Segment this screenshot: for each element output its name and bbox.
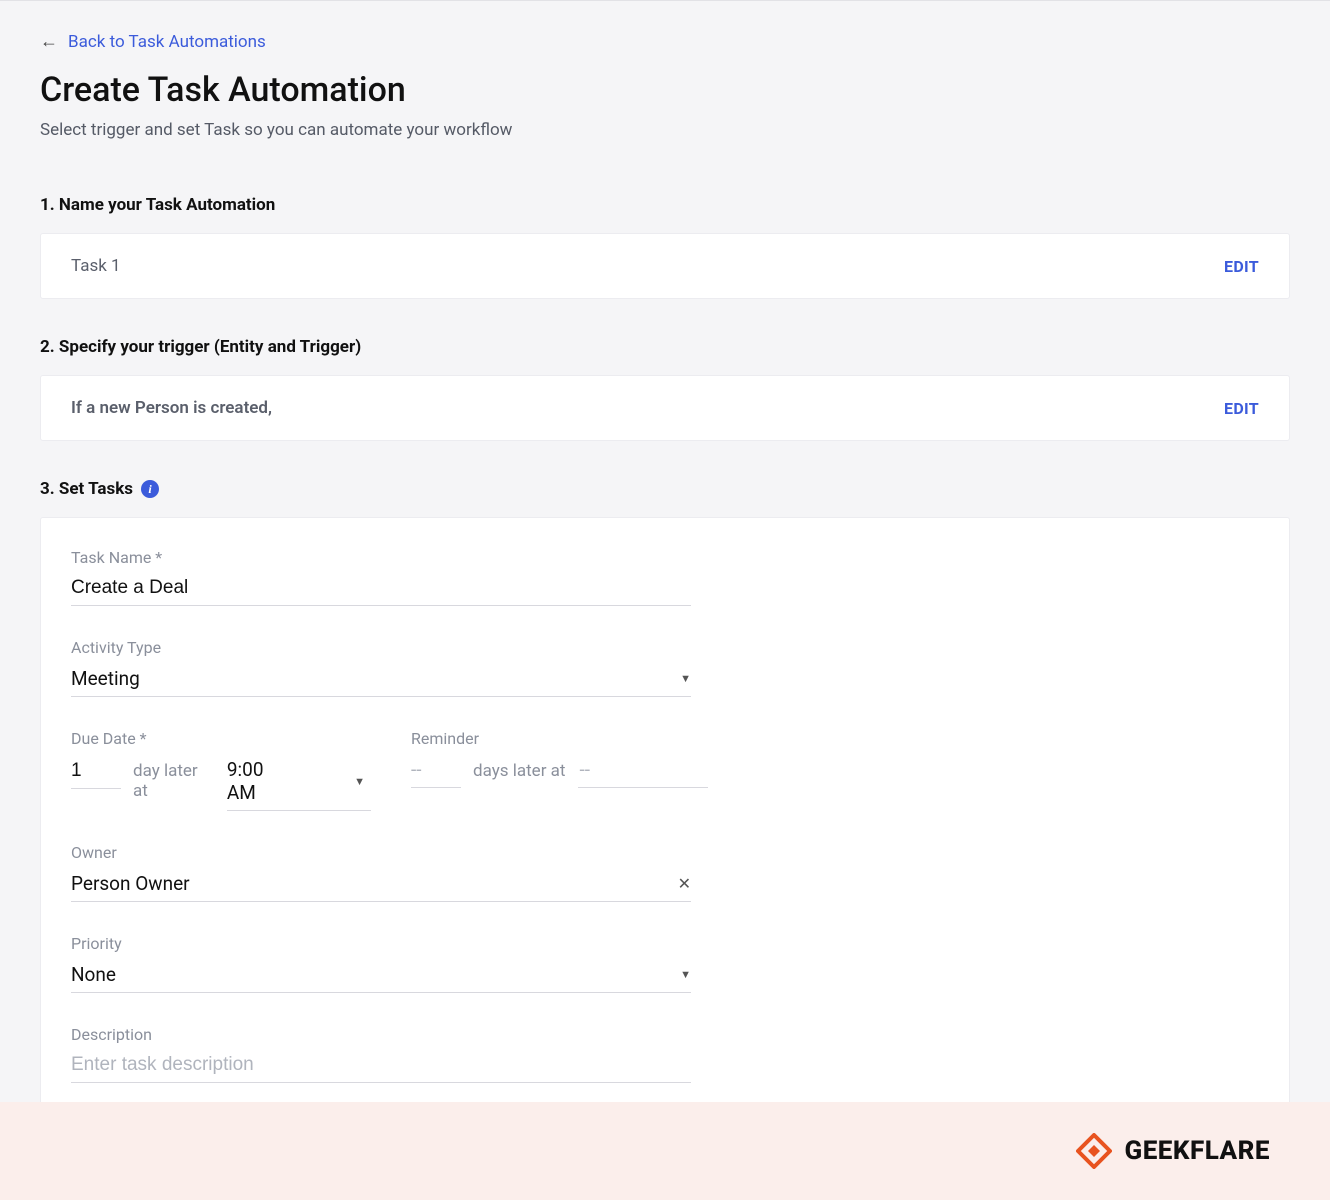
date-reminder-row: Due Date * day later at 9:00 AM ▼ Remind… xyxy=(71,729,1259,811)
due-date-days-input[interactable] xyxy=(71,756,121,789)
task-name-input[interactable] xyxy=(71,573,691,606)
priority-label: Priority xyxy=(71,934,691,953)
field-description: Description xyxy=(71,1025,691,1083)
page-title: Create Task Automation xyxy=(40,70,1290,110)
page-subtitle: Select trigger and set Task so you can a… xyxy=(40,120,1290,140)
field-activity-type: Activity Type Meeting ▼ xyxy=(71,638,691,697)
field-task-name: Task Name * xyxy=(71,548,691,606)
description-label: Description xyxy=(71,1025,691,1044)
back-link[interactable]: ← Back to Task Automations xyxy=(40,31,266,52)
field-priority: Priority None ▼ xyxy=(71,934,691,993)
edit-name-button[interactable]: EDIT xyxy=(1224,257,1259,276)
geekflare-icon xyxy=(1076,1133,1112,1169)
task-form-card: Task Name * Activity Type Meeting ▼ Due … xyxy=(40,517,1290,1168)
activity-type-value: Meeting xyxy=(71,667,140,690)
reminder-days-input[interactable]: -- xyxy=(411,754,461,788)
name-card: Task 1 EDIT xyxy=(40,233,1290,299)
reminder-unit-text: days later at xyxy=(473,761,566,781)
priority-select[interactable]: None ▼ xyxy=(71,959,691,993)
footer-banner: GEEKFLARE xyxy=(0,1102,1330,1200)
task-name-label: Task Name * xyxy=(71,548,691,567)
due-date-time-select[interactable]: 9:00 AM ▼ xyxy=(227,754,371,811)
owner-value: Person Owner xyxy=(71,872,190,895)
automation-name-value: Task 1 xyxy=(71,256,121,276)
trigger-card: If a new Person is created, EDIT xyxy=(40,375,1290,441)
field-reminder: Reminder -- days later at -- xyxy=(411,729,711,811)
section-header-tasks: 3. Set Tasks i xyxy=(40,479,1290,499)
reminder-label: Reminder xyxy=(411,729,711,748)
priority-value: None xyxy=(71,963,116,986)
field-owner: Owner Person Owner ✕ xyxy=(71,843,691,902)
edit-trigger-button[interactable]: EDIT xyxy=(1224,399,1259,418)
due-date-unit-text: day later at xyxy=(133,761,215,801)
due-date-label: Due Date * xyxy=(71,729,371,748)
owner-label: Owner xyxy=(71,843,691,862)
section-header-tasks-text: 3. Set Tasks xyxy=(40,479,133,499)
brand-text: GEEKFLARE xyxy=(1124,1136,1270,1166)
activity-type-label: Activity Type xyxy=(71,638,691,657)
clear-owner-button[interactable]: ✕ xyxy=(678,874,691,893)
section-header-name: 1. Name your Task Automation xyxy=(40,195,1290,215)
info-icon[interactable]: i xyxy=(141,480,159,498)
section-header-trigger: 2. Specify your trigger (Entity and Trig… xyxy=(40,337,1290,357)
activity-type-select[interactable]: Meeting ▼ xyxy=(71,663,691,697)
caret-down-icon: ▼ xyxy=(680,672,691,685)
arrow-left-icon: ← xyxy=(40,31,58,52)
description-input[interactable] xyxy=(71,1050,691,1083)
owner-select[interactable]: Person Owner ✕ xyxy=(71,868,691,902)
reminder-time-input[interactable]: -- xyxy=(578,754,708,788)
brand-logo: GEEKFLARE xyxy=(1076,1133,1270,1169)
due-date-time-value: 9:00 AM xyxy=(227,758,294,804)
caret-down-icon: ▼ xyxy=(354,775,365,788)
caret-down-icon: ▼ xyxy=(680,968,691,981)
back-link-text: Back to Task Automations xyxy=(68,32,266,52)
field-due-date: Due Date * day later at 9:00 AM ▼ xyxy=(71,729,371,811)
trigger-summary: If a new Person is created, xyxy=(71,398,272,418)
